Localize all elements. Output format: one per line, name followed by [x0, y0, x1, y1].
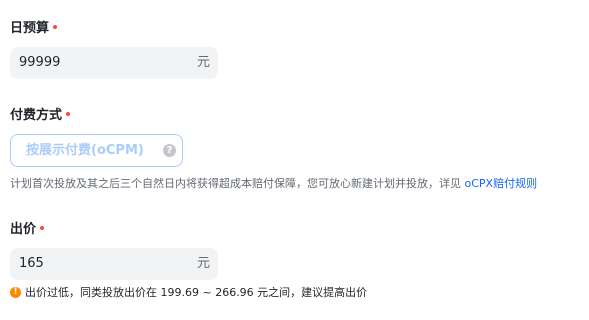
pay-mode-option-ocpm[interactable]: 按展示付费(oCPM) ?	[10, 134, 183, 167]
bid-label: 出价	[10, 222, 45, 238]
required-dot-icon	[40, 225, 45, 230]
pay-mode-label-text: 付费方式	[10, 108, 63, 123]
pay-mode-description-text: 计划首次投放及其之后三个自然日内将获得超成本赔付保障，您可放心新建计划并投放，详…	[10, 177, 461, 190]
bid-input[interactable]: 165 元	[10, 248, 218, 280]
required-dot-icon	[66, 111, 71, 116]
daily-budget-value[interactable]: 99999	[19, 55, 60, 71]
daily-budget-input[interactable]: 99999 元	[10, 47, 218, 79]
pay-mode-option-label: 按展示付费(oCPM)	[26, 143, 144, 158]
bid-warning-text: 出价过低，同类投放出价在 199.69 ~ 266.96 元之间，建议提高出价	[25, 286, 368, 299]
daily-budget-unit: 元	[196, 55, 210, 70]
pay-mode-label: 付费方式	[10, 108, 71, 124]
bid-unit: 元	[196, 256, 210, 271]
pay-mode-description: 计划首次投放及其之后三个自然日内将获得超成本赔付保障，您可放心新建计划并投放，详…	[10, 177, 537, 191]
question-circle-icon[interactable]: ?	[163, 144, 176, 157]
ocpx-rule-link[interactable]: oCPX赔付规则	[465, 177, 538, 190]
bid-label-text: 出价	[10, 222, 37, 237]
bid-value[interactable]: 165	[19, 256, 44, 272]
bid-warning: ! 出价过低，同类投放出价在 199.69 ~ 266.96 元之间，建议提高出价	[10, 286, 367, 300]
warning-circle-icon: !	[10, 286, 21, 298]
required-dot-icon	[53, 24, 58, 29]
daily-budget-label-text: 日预算	[10, 21, 50, 36]
daily-budget-label: 日预算	[10, 21, 58, 37]
